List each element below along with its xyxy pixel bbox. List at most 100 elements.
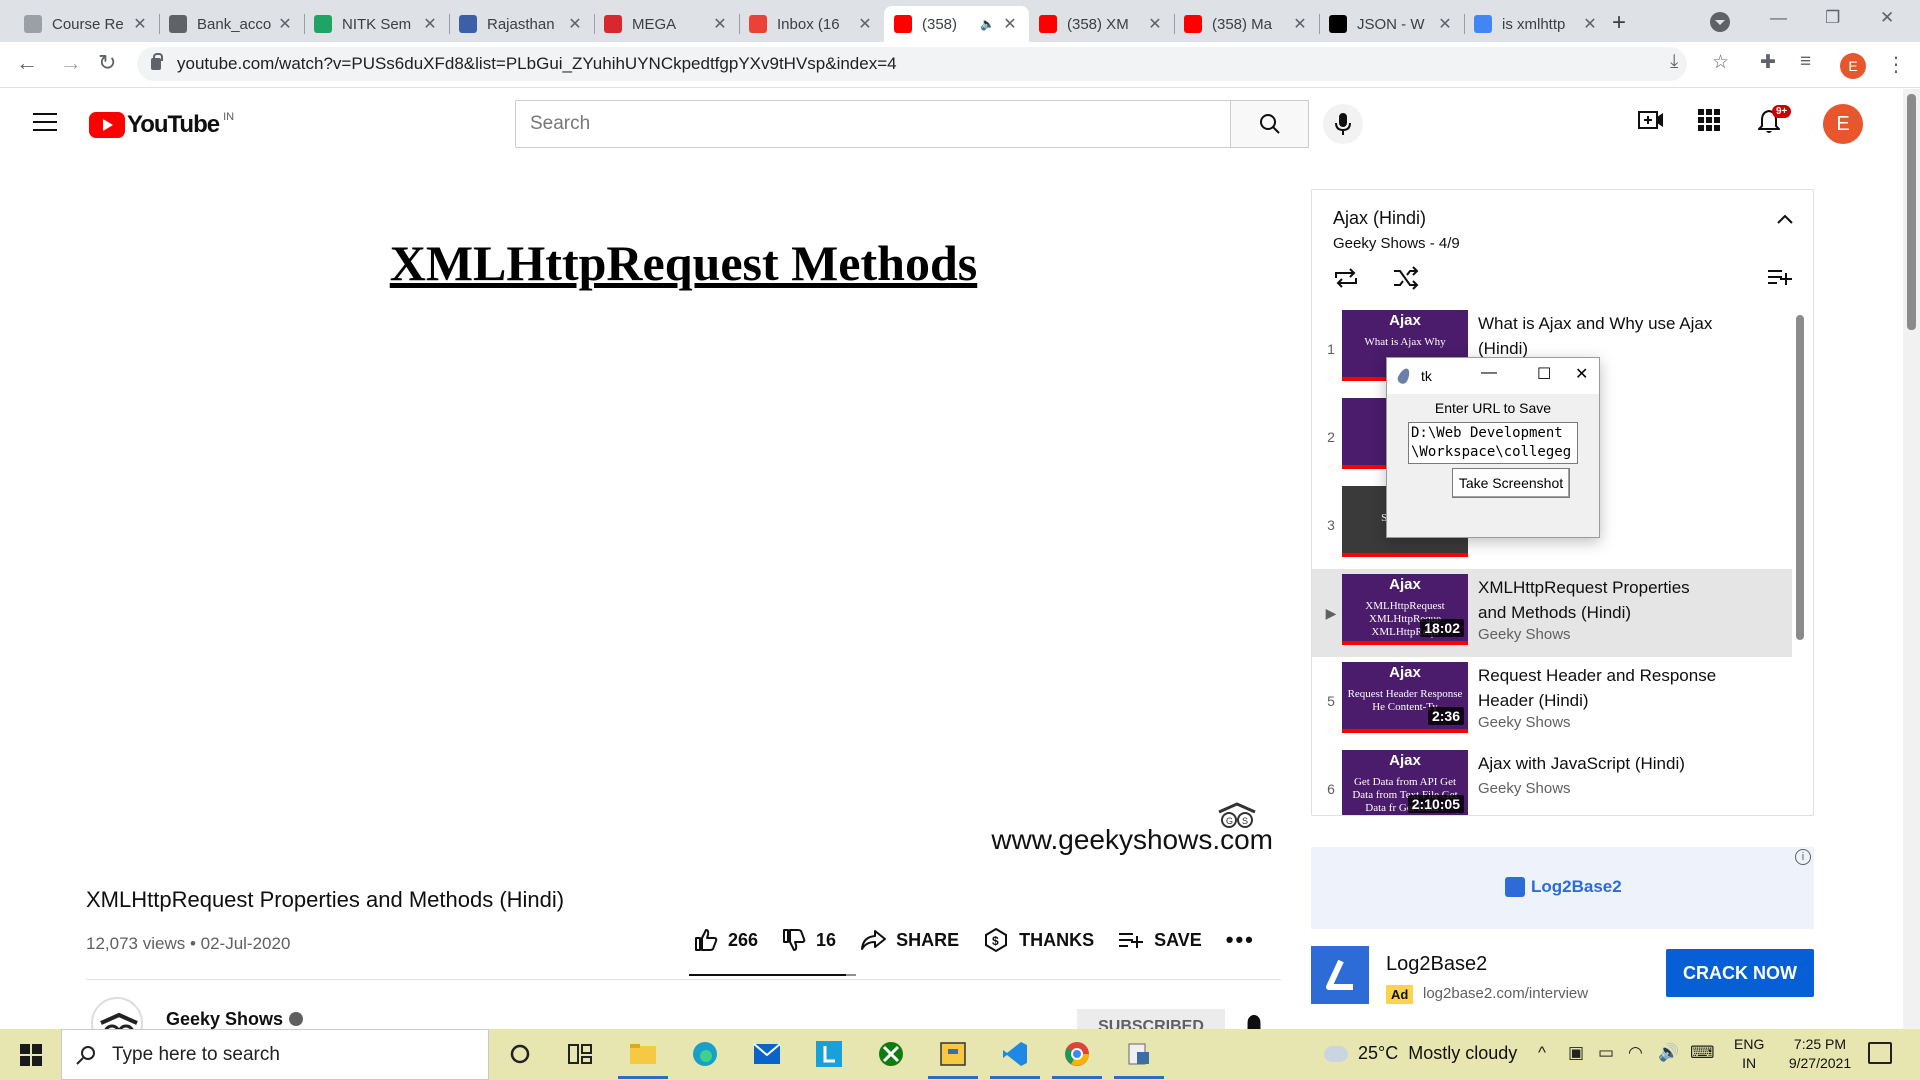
input-language[interactable]: ENG IN bbox=[1734, 1035, 1764, 1073]
ad-info-icon[interactable]: i bbox=[1795, 849, 1811, 865]
playlist-scrollbar[interactable] bbox=[1796, 315, 1804, 640]
restore-window-button[interactable]: ❐ bbox=[1825, 8, 1840, 28]
chrome-icon[interactable] bbox=[1052, 1037, 1102, 1079]
browser-tab[interactable]: JSON - W ✕ bbox=[1319, 6, 1464, 42]
close-tab-icon[interactable]: ✕ bbox=[131, 14, 149, 34]
weather-widget[interactable]: 25°C Mostly cloudy bbox=[1321, 1039, 1517, 1064]
taskbar-search-box[interactable]: Type here to search bbox=[61, 1029, 489, 1080]
new-tab-button[interactable]: + bbox=[1612, 9, 1626, 37]
page-scrollbar-thumb[interactable] bbox=[1907, 94, 1916, 330]
forward-button[interactable]: → bbox=[60, 50, 82, 76]
keyboard-icon[interactable]: ⌨ bbox=[1690, 1043, 1715, 1063]
playlist-title[interactable]: Ajax (Hindi) bbox=[1333, 208, 1426, 229]
close-tab-icon[interactable]: ✕ bbox=[711, 14, 729, 34]
wifi-icon[interactable]: ◠ bbox=[1628, 1043, 1643, 1063]
advertiser-name[interactable]: Log2Base2 bbox=[1386, 953, 1487, 976]
tk-url-entry[interactable]: D:\Web Development\Workspace\collegegeek bbox=[1408, 422, 1578, 464]
speaker-icon[interactable]: 🔈 bbox=[980, 17, 995, 31]
playlist-item-thumbnail[interactable]: Ajax Get Data from API Get Data from Text… bbox=[1342, 750, 1468, 815]
close-tab-icon[interactable]: ✕ bbox=[1001, 14, 1019, 34]
l-app-icon[interactable] bbox=[812, 1037, 846, 1071]
search-button[interactable] bbox=[1230, 100, 1309, 148]
loop-playlist-icon[interactable] bbox=[1332, 266, 1360, 295]
voice-search-button[interactable] bbox=[1323, 104, 1363, 144]
dislike-button[interactable]: 16 bbox=[782, 928, 836, 952]
browser-tab[interactable]: (358) XM ✕ bbox=[1029, 6, 1174, 42]
ad-banner[interactable]: Log2Base2 bbox=[1311, 847, 1814, 929]
close-tab-icon[interactable]: ✕ bbox=[1436, 14, 1454, 34]
browser-tab[interactable]: Inbox (16 ✕ bbox=[739, 6, 884, 42]
browser-tab[interactable]: Rajasthan ✕ bbox=[449, 6, 594, 42]
browser-tab[interactable]: (358) 🔈 ✕ bbox=[884, 6, 1029, 42]
ad-url[interactable]: log2base2.com/interview bbox=[1423, 985, 1588, 1002]
account-avatar[interactable]: E bbox=[1823, 104, 1863, 144]
save-button[interactable]: SAVE bbox=[1118, 930, 1202, 951]
windows-start-button[interactable] bbox=[20, 1044, 42, 1066]
channel-notification-bell-icon[interactable] bbox=[1242, 1013, 1266, 1029]
video-player[interactable]: XMLHttpRequest Methods GS www.geekyshows… bbox=[86, 190, 1281, 862]
apps-grid-icon[interactable] bbox=[1698, 109, 1720, 136]
ad-cta-button[interactable]: CRACK NOW bbox=[1666, 949, 1814, 997]
channel-name[interactable]: Geeky Shows bbox=[166, 1009, 304, 1029]
youtube-logo[interactable]: YouTube IN bbox=[89, 111, 234, 139]
like-button[interactable]: 266 bbox=[694, 928, 758, 952]
close-window-button[interactable]: ✕ bbox=[1880, 8, 1894, 28]
extensions-icon[interactable]: ✚ bbox=[1760, 51, 1776, 74]
browser-tab[interactable]: Bank_acco ✕ bbox=[159, 6, 304, 42]
playlist-item[interactable]: 6 Ajax Get Data from API Get Data from Tex… bbox=[1312, 745, 1792, 815]
shuffle-playlist-icon[interactable] bbox=[1392, 266, 1420, 295]
close-tab-icon[interactable]: ✕ bbox=[276, 14, 294, 34]
playlist-item-title[interactable]: Ajax with JavaScript (Hindi) bbox=[1478, 751, 1718, 776]
bookmark-star-icon[interactable]: ☆ bbox=[1712, 51, 1729, 74]
browser-tab[interactable]: (358) Ma ✕ bbox=[1174, 6, 1319, 42]
browser-menu-icon[interactable]: ⋮ bbox=[1886, 52, 1906, 77]
task-view-icon[interactable] bbox=[563, 1037, 597, 1071]
search-input[interactable]: Search bbox=[515, 100, 1231, 148]
browser-profile-avatar[interactable]: E bbox=[1840, 53, 1866, 79]
browser-tab[interactable]: is xmlhttp ✕ bbox=[1464, 6, 1609, 42]
close-tab-icon[interactable]: ✕ bbox=[1581, 14, 1599, 34]
take-screenshot-button[interactable]: Take Screenshot bbox=[1452, 468, 1570, 498]
browser-tab[interactable]: Course Re ✕ bbox=[14, 6, 159, 42]
close-tab-icon[interactable]: ✕ bbox=[566, 14, 584, 34]
playlist-item[interactable]: ▶ Ajax XMLHttpRequest XMLHttpReque XMLHttp… bbox=[1312, 569, 1792, 657]
vscode-icon[interactable] bbox=[990, 1037, 1040, 1079]
tk-maximize-button[interactable]: ☐ bbox=[1537, 364, 1551, 384]
minimize-window-button[interactable]: — bbox=[1770, 8, 1787, 28]
advertiser-logo[interactable] bbox=[1311, 946, 1369, 1004]
close-tab-icon[interactable]: ✕ bbox=[856, 14, 874, 34]
action-center-icon[interactable] bbox=[1868, 1042, 1892, 1064]
tab-search-icon[interactable] bbox=[1710, 12, 1730, 32]
subscribed-button[interactable]: SUBSCRIBED bbox=[1077, 1009, 1225, 1029]
close-tab-icon[interactable]: ✕ bbox=[421, 14, 439, 34]
playlist-item-title[interactable]: Request Header and Response Header (Hind… bbox=[1478, 663, 1718, 713]
browser-tab[interactable]: NITK Sem ✕ bbox=[304, 6, 449, 42]
playlist-item[interactable]: 5 Ajax Request Header Response He Content-… bbox=[1312, 657, 1792, 745]
playlist-item-thumbnail[interactable]: Ajax XMLHttpRequest XMLHttpReque XMLHttpR… bbox=[1342, 574, 1468, 645]
close-tab-icon[interactable]: ✕ bbox=[1146, 14, 1164, 34]
more-actions-button[interactable]: ••• bbox=[1226, 927, 1255, 953]
channel-avatar[interactable] bbox=[91, 997, 143, 1029]
python-idle-icon[interactable] bbox=[928, 1037, 978, 1079]
browser-tab[interactable]: MEGA ✕ bbox=[594, 6, 739, 42]
device-icon[interactable]: ▣ bbox=[1568, 1043, 1584, 1063]
save-playlist-icon[interactable] bbox=[1767, 267, 1793, 292]
install-app-icon[interactable]: ⤓ bbox=[1670, 51, 1678, 73]
address-bar[interactable]: youtube.com/watch?v=PUSs6duXFd8&list=PLb… bbox=[137, 47, 1687, 81]
create-video-icon[interactable] bbox=[1638, 109, 1664, 136]
python-app-icon[interactable] bbox=[1114, 1037, 1164, 1079]
tk-minimize-button[interactable]: — bbox=[1481, 364, 1497, 382]
page-scrollbar[interactable] bbox=[1903, 89, 1920, 1029]
playlist-item-thumbnail[interactable]: Ajax Request Header Response He Content-T… bbox=[1342, 662, 1468, 733]
cortana-icon[interactable] bbox=[503, 1037, 537, 1071]
reload-button[interactable]: ↻ bbox=[98, 50, 116, 76]
taskbar-clock[interactable]: 7:25 PM 9/27/2021 bbox=[1770, 1035, 1870, 1073]
edge-browser-icon[interactable] bbox=[688, 1037, 722, 1071]
back-button[interactable]: ← bbox=[16, 50, 38, 76]
tk-titlebar[interactable]: tk — ☐ ✕ bbox=[1387, 358, 1599, 394]
guide-menu-icon[interactable] bbox=[33, 113, 57, 131]
battery-icon[interactable]: ▭ bbox=[1598, 1043, 1614, 1063]
xbox-icon[interactable] bbox=[874, 1037, 908, 1071]
collapse-playlist-chevron-icon[interactable] bbox=[1776, 212, 1794, 230]
file-explorer-icon[interactable] bbox=[618, 1037, 668, 1079]
